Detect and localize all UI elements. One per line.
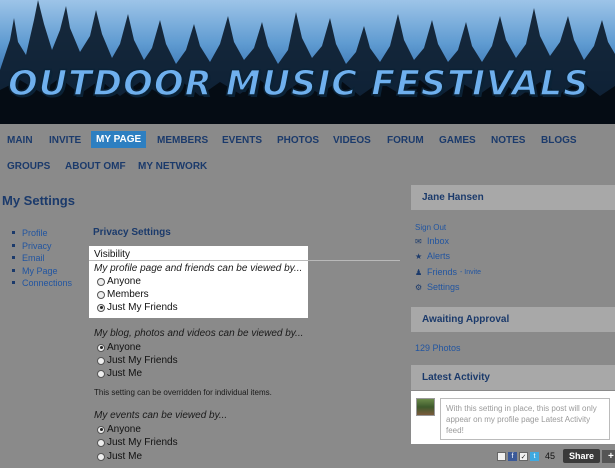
events-visibility-question: My events can be viewed by... (94, 410, 228, 421)
inbox-label: Inbox (427, 236, 450, 246)
main-navigation: MAIN INVITE MY PAGE MEMBERS EVENTS PHOTO… (0, 124, 615, 180)
check-icon[interactable]: ✓ (519, 451, 528, 461)
nav-groups[interactable]: GROUPS (3, 159, 54, 174)
radio-button[interactable] (97, 277, 105, 286)
settings-link-email[interactable]: Email (12, 252, 72, 265)
option-label: Just My Friends (107, 355, 178, 366)
events-visibility-option-just-my-friends[interactable]: Just My Friends (97, 437, 178, 448)
nav-notes[interactable]: NOTES (487, 133, 529, 148)
nav-members[interactable]: MEMBERS (153, 133, 212, 148)
invite-label: Invite (464, 268, 482, 276)
nav-forum[interactable]: FORUM (383, 133, 428, 148)
nav-my-page[interactable]: MY PAGE (91, 131, 147, 148)
nav-games[interactable]: GAMES (435, 133, 480, 148)
nav-main[interactable]: MAIN (3, 133, 37, 148)
content-visibility-option-anyone[interactable]: Anyone (97, 342, 141, 353)
radio-button-selected[interactable] (97, 425, 105, 434)
override-note: This setting can be overridden for indiv… (94, 388, 272, 397)
share-button[interactable]: Share (563, 449, 601, 463)
latest-activity-header: Latest Activity (411, 365, 615, 390)
share-count: 45 (545, 451, 556, 461)
site-banner: OUTDOOR MUSIC FESTIVALS (0, 0, 615, 124)
profile-visibility-option-members[interactable]: Members (97, 289, 149, 300)
radio-button[interactable] (97, 452, 105, 461)
inbox-link[interactable]: ✉ Inbox (415, 236, 449, 246)
content-visibility-question: My blog, photos and videos can be viewed… (94, 328, 304, 339)
gear-icon: ⚙ (415, 282, 423, 292)
option-label: Anyone (107, 424, 141, 435)
option-label: Just Me (107, 451, 143, 462)
privacy-settings-heading: Privacy Settings (93, 227, 171, 238)
twitter-icon[interactable]: t (530, 451, 539, 461)
profile-visibility-question: My profile page and friends can be viewe… (94, 263, 303, 274)
events-visibility-option-anyone[interactable]: Anyone (97, 424, 141, 435)
radio-button[interactable] (97, 369, 105, 378)
nav-events[interactable]: EVENTS (218, 133, 266, 148)
settings-menu: Profile Privacy Email My Page Connection… (12, 227, 72, 290)
facebook-icon[interactable]: f (508, 451, 517, 461)
nav-blogs[interactable]: BLOGS (537, 133, 581, 148)
activity-post-text: With this setting in place, this post wi… (440, 398, 610, 440)
visibility-section-label: Visibility (94, 249, 130, 260)
page-title: My Settings (2, 193, 75, 208)
option-label: Just Me (107, 368, 143, 379)
sign-out-link[interactable]: Sign Out (415, 223, 446, 232)
avatar[interactable] (416, 398, 435, 416)
radio-button-selected[interactable] (97, 303, 105, 312)
awaiting-approval-header: Awaiting Approval (411, 307, 615, 332)
content-visibility-option-just-me[interactable]: Just Me (97, 368, 142, 379)
settings-link[interactable]: ⚙ Settings (415, 282, 460, 292)
section-divider (89, 260, 400, 261)
nav-my-network[interactable]: MY NETWORK (134, 159, 211, 174)
settings-link-privacy[interactable]: Privacy (12, 240, 72, 253)
nav-photos[interactable]: PHOTOS (273, 133, 323, 148)
option-label: Members (107, 289, 149, 300)
content-visibility-option-just-my-friends[interactable]: Just My Friends (97, 355, 178, 366)
friends-invite-link[interactable]: - Invite (460, 269, 481, 276)
alerts-link[interactable]: ★ Alerts (415, 251, 450, 261)
option-label: Just My Friends (107, 437, 178, 448)
nav-videos[interactable]: VIDEOS (329, 133, 375, 148)
radio-button[interactable] (97, 438, 105, 447)
nav-about-omf[interactable]: ABOUT OMF (61, 159, 130, 174)
settings-label: Settings (427, 282, 460, 292)
photos-count-link[interactable]: 129 Photos (415, 343, 461, 353)
site-title-logo[interactable]: OUTDOOR MUSIC FESTIVALS (7, 63, 589, 105)
bell-icon: ★ (415, 251, 423, 261)
radio-button[interactable] (97, 290, 105, 299)
settings-link-connections[interactable]: Connections (12, 277, 72, 290)
profile-visibility-option-anyone[interactable]: Anyone (97, 276, 141, 287)
radio-button[interactable] (97, 356, 105, 365)
option-label: Anyone (107, 276, 141, 287)
friends-label: Friends (427, 267, 458, 277)
share-more-button[interactable]: + (602, 449, 615, 463)
person-icon: ♟ (415, 267, 423, 277)
events-visibility-option-just-me[interactable]: Just Me (97, 451, 142, 462)
envelope-icon: ✉ (415, 236, 422, 246)
friends-link[interactable]: ♟ Friends - Invite (415, 267, 481, 277)
settings-link-my-page[interactable]: My Page (12, 265, 72, 278)
radio-button-selected[interactable] (97, 343, 105, 352)
nav-invite[interactable]: INVITE (45, 133, 85, 148)
settings-link-profile[interactable]: Profile (12, 227, 72, 240)
user-name-header: Jane Hansen (411, 185, 615, 210)
option-label: Anyone (107, 342, 141, 353)
profile-visibility-option-just-my-friends[interactable]: Just My Friends (97, 302, 178, 313)
crowd-silhouette-image (0, 0, 615, 124)
alerts-label: Alerts (427, 251, 451, 261)
checkbox-icon[interactable] (497, 451, 506, 461)
option-label: Just My Friends (107, 302, 178, 313)
share-bar: f ✓ t 45 Share + (497, 448, 615, 464)
